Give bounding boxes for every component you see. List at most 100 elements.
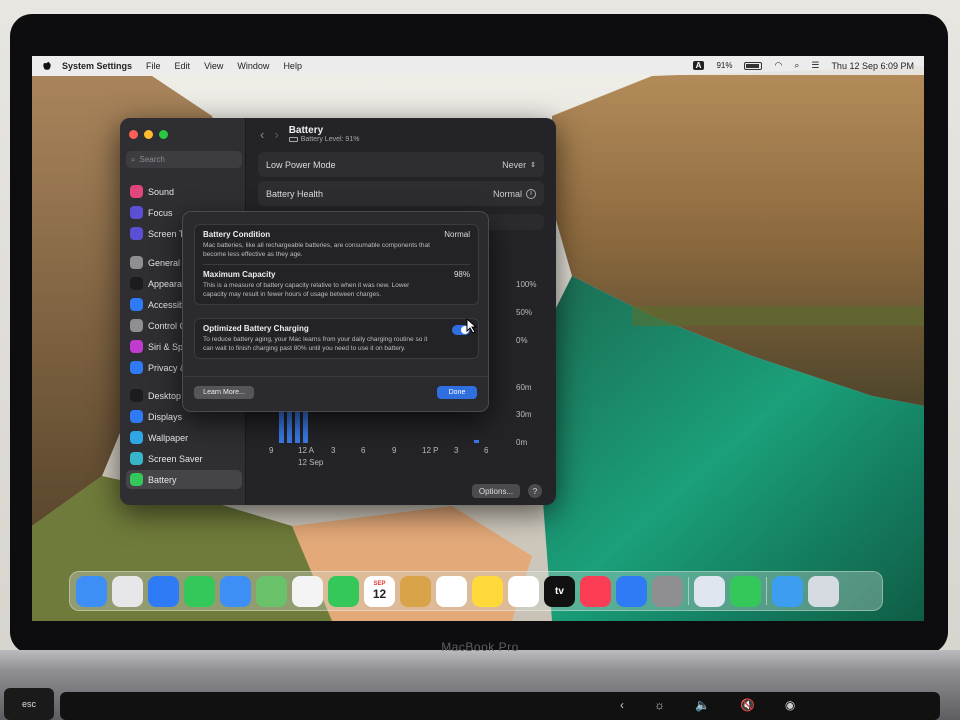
photos-icon[interactable] (292, 575, 323, 607)
sidebar-item-label: Accessib (148, 299, 185, 310)
options-button[interactable]: Options... (472, 484, 520, 498)
sidebar-item-label: Desktop (148, 390, 182, 401)
menu-bar: System Settings File Edit View Window He… (32, 56, 924, 75)
battery-status-icon[interactable] (744, 61, 763, 70)
optimized-charging-section: Optimized Battery Charging To reduce bat… (195, 319, 478, 358)
usage-bar (303, 411, 308, 443)
menu-edit[interactable]: Edit (175, 61, 191, 71)
speaker-icon (130, 185, 143, 198)
sidebar-item-screen-saver[interactable]: Screen Saver (126, 449, 242, 468)
menubar-clock[interactable]: Thu 12 Sep 6:09 PM (831, 61, 914, 71)
usage-axis-60m: 60m (516, 383, 532, 392)
sidebar-item-label: Displays (148, 411, 183, 422)
menu-view[interactable]: View (204, 61, 223, 71)
back-arrow-icon[interactable]: ‹ (260, 127, 264, 142)
mute-icon[interactable]: 🔇 (740, 698, 755, 712)
zoom-window-button[interactable] (159, 130, 168, 139)
menu-help[interactable]: Help (283, 61, 302, 71)
system-settings-icon[interactable] (652, 575, 683, 607)
usage-axis-0m: 0m (516, 438, 528, 447)
sidebar-item-sound[interactable]: Sound (126, 182, 242, 201)
help-button[interactable]: ? (528, 484, 542, 498)
low-power-mode-label: Low Power Mode (266, 159, 336, 170)
accessibility-icon (130, 298, 143, 311)
settings-search-input[interactable]: ⌕ Search (126, 151, 242, 168)
x-label: 12 A (298, 446, 315, 455)
calendar-icon[interactable]: SEP 12 (364, 575, 395, 607)
input-source-icon[interactable]: A (692, 61, 705, 70)
spotlight-search-icon[interactable]: ⌕ (794, 60, 799, 71)
messages-icon[interactable] (184, 575, 215, 607)
volume-icon[interactable]: 🔈 (695, 698, 710, 712)
usage-bar (279, 411, 284, 443)
launchpad-icon[interactable] (112, 575, 143, 607)
mail-icon[interactable] (220, 575, 251, 607)
sidebar-item-wallpaper[interactable]: Wallpaper (126, 428, 242, 447)
calendar-day: 12 (372, 587, 387, 601)
battery-health-dialog: Battery Condition Normal Mac batteries, … (182, 211, 489, 412)
menu-app-name[interactable]: System Settings (62, 61, 132, 71)
apple-icon[interactable] (42, 61, 52, 71)
safari-icon[interactable] (148, 575, 179, 607)
page-subtitle: Battery Level: 91% (288, 136, 359, 143)
siri-icon (130, 340, 143, 353)
menu-window[interactable]: Window (237, 61, 269, 71)
menu-file[interactable]: File (146, 61, 161, 71)
wifi-icon[interactable]: ◠ (774, 60, 782, 71)
maximum-capacity-title: Maximum Capacity (203, 270, 276, 279)
facetime-icon[interactable] (328, 575, 359, 607)
info-icon[interactable]: i (526, 188, 536, 199)
freeform-icon[interactable] (508, 575, 539, 607)
touch-bar-controls: ‹ ☼ 🔈 🔇 ◉ (620, 698, 795, 712)
x-label: 12 P (422, 446, 439, 455)
sidebar-item-label: Sound (148, 186, 175, 197)
search-icon: ⌕ (131, 154, 136, 164)
chevron-left-icon[interactable]: ‹ (620, 698, 624, 712)
search-placeholder: Search (139, 155, 165, 164)
x-label: 9 (269, 446, 274, 455)
appletv-icon[interactable]: tv (544, 575, 575, 607)
chart-date-label: 12 Sep (298, 458, 324, 467)
control-center-icon[interactable]: ☰ (811, 60, 819, 71)
finder-icon[interactable] (76, 575, 107, 607)
maximum-capacity-section: Maximum Capacity 98% This is a measure o… (195, 265, 478, 304)
close-window-button[interactable] (129, 130, 138, 139)
done-button[interactable]: Done (437, 386, 477, 399)
usage-axis-30m: 30m (516, 410, 532, 419)
forward-arrow-icon[interactable]: › (274, 127, 278, 142)
low-power-mode-select[interactable]: Never ⇕ (502, 160, 536, 170)
esc-key[interactable]: esc (4, 688, 54, 720)
learn-more-button[interactable]: Learn More... (194, 386, 254, 399)
control-center-icon (130, 319, 143, 332)
wallpaper-icon (130, 431, 143, 444)
gear-icon (130, 256, 143, 269)
preview-icon[interactable] (694, 575, 725, 607)
sidebar-item-battery[interactable]: Battery (126, 470, 242, 489)
level-axis-0: 0% (516, 336, 528, 345)
battery-condition-title: Battery Condition (203, 230, 271, 239)
music-icon[interactable] (580, 575, 611, 607)
low-power-mode-row[interactable]: Low Power Mode Never ⇕ (258, 152, 544, 177)
minimize-window-button[interactable] (144, 130, 153, 139)
appearance-icon (130, 277, 143, 290)
battery-condition-value: Normal (444, 230, 470, 239)
brightness-icon[interactable]: ☼ (654, 698, 665, 712)
appstore-icon[interactable] (616, 575, 647, 607)
x-label: 3 (331, 446, 336, 455)
usage-bar (287, 411, 292, 443)
siri-touchbar-icon[interactable]: ◉ (785, 698, 795, 712)
contacts-icon[interactable] (400, 575, 431, 607)
find-my-icon[interactable] (730, 575, 761, 607)
trash-icon[interactable] (808, 575, 839, 607)
downloads-folder-icon[interactable] (772, 575, 803, 607)
touch-bar[interactable] (60, 692, 940, 720)
maximum-capacity-value: 98% (453, 270, 470, 279)
sidebar-item-label: Wallpaper (148, 432, 189, 443)
notes-icon[interactable] (472, 575, 503, 607)
page-title: Battery (288, 125, 324, 136)
hand-icon (130, 361, 143, 374)
reminders-icon[interactable] (436, 575, 467, 607)
x-label: 6 (484, 446, 489, 455)
maps-icon[interactable] (256, 575, 287, 607)
battery-health-label: Battery Health (266, 188, 324, 199)
